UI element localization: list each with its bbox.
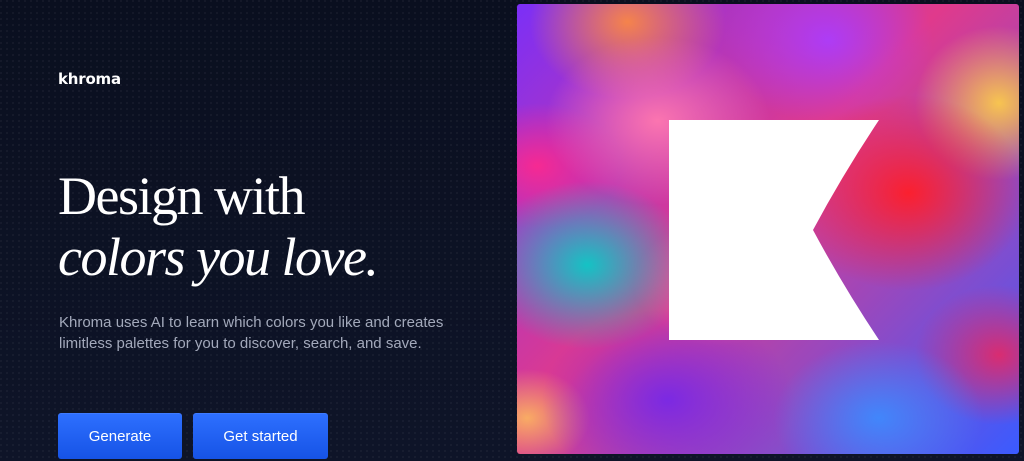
headline-line-1: Design with bbox=[58, 166, 306, 226]
khroma-k-logo-icon bbox=[669, 120, 879, 340]
khroma-logo[interactable]: khroma bbox=[58, 70, 121, 88]
headline-line-2: colors you love. bbox=[58, 227, 379, 287]
get-started-button[interactable]: Get started bbox=[193, 413, 328, 459]
hero-description: Khroma uses AI to learn which colors you… bbox=[59, 314, 444, 352]
landing-page: khroma Design with colors you love. Khro… bbox=[0, 0, 1024, 461]
hero-artwork bbox=[517, 4, 1019, 454]
generate-button[interactable]: Generate bbox=[58, 413, 182, 459]
hero-headline: Design with colors you love. bbox=[58, 166, 379, 288]
